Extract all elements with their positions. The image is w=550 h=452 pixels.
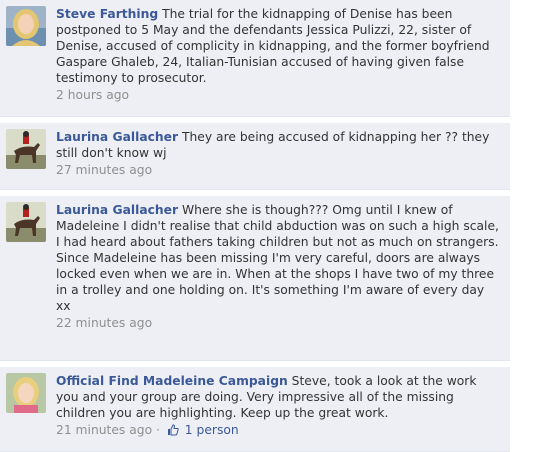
comment-timestamp: 22 minutes ago	[56, 316, 153, 330]
comment-author-link[interactable]: Laurina Gallacher	[56, 130, 178, 144]
comment-item: Laurina Gallacher Where she is though???…	[0, 196, 510, 361]
avatar[interactable]	[6, 129, 46, 169]
comment-timestamp: 21 minutes ago	[56, 423, 153, 437]
comment-author-link[interactable]: Official Find Madeleine Campaign	[56, 374, 288, 388]
horse-rider-photo-icon	[6, 202, 46, 242]
comment-meta: 21 minutes ago · 1 person	[56, 422, 502, 440]
comment-timestamp: 27 minutes ago	[56, 163, 153, 177]
comment-item: Laurina Gallacher They are being accused…	[0, 123, 510, 190]
comment-item: Steve Farthing The trial for the kidnapp…	[0, 0, 510, 117]
horse-rider-photo-icon	[6, 129, 46, 169]
comment-feed: Steve Farthing The trial for the kidnapp…	[0, 0, 532, 452]
comment-body: Laurina Gallacher They are being accused…	[56, 129, 502, 161]
meta-separator: ·	[156, 423, 160, 437]
comment-item: Official Find Madeleine Campaign Steve, …	[0, 367, 510, 452]
thumbs-up-icon	[167, 424, 179, 440]
likes-count-link[interactable]: 1 person	[185, 423, 239, 437]
comment-author-link[interactable]: Laurina Gallacher	[56, 203, 178, 217]
comment-timestamp: 2 hours ago	[56, 88, 130, 102]
avatar[interactable]	[6, 202, 46, 242]
comment-body: Steve Farthing The trial for the kidnapp…	[56, 6, 502, 86]
comment-body: Laurina Gallacher Where she is though???…	[56, 202, 502, 314]
avatar[interactable]	[6, 373, 46, 413]
comment-body: Official Find Madeleine Campaign Steve, …	[56, 373, 502, 421]
blonde-woman-portrait-icon	[6, 6, 46, 46]
avatar[interactable]	[6, 6, 46, 46]
blonde-child-portrait-icon	[6, 373, 46, 413]
comment-text: Where she is though??? Omg until I knew …	[56, 203, 499, 313]
comment-author-link[interactable]: Steve Farthing	[56, 7, 158, 21]
